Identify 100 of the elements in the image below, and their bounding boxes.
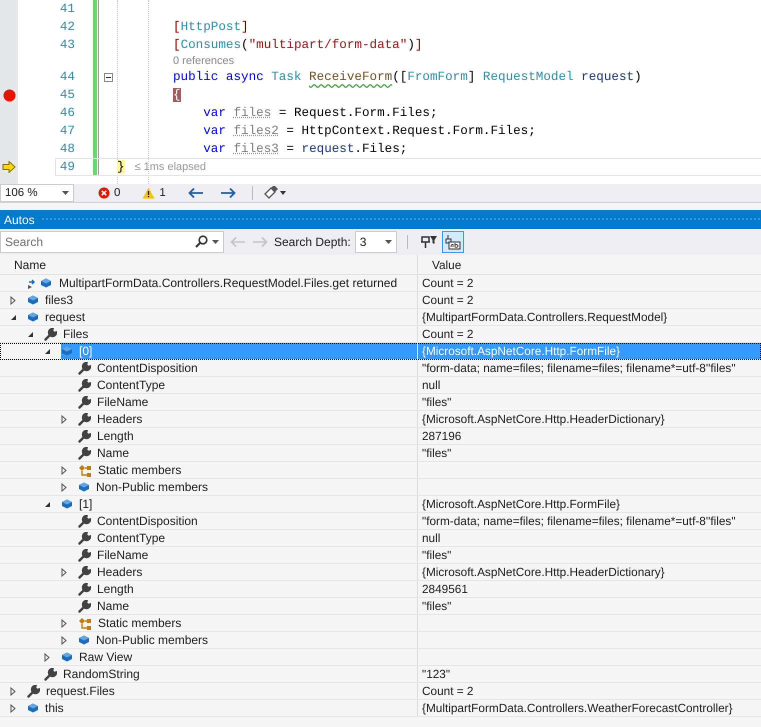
- variable-value: "files": [422, 599, 452, 613]
- variable-value: {Microsoft.AspNetCore.Http.FormFile}: [422, 497, 620, 511]
- wrench-icon: [78, 514, 91, 528]
- variable-value: Count = 2: [422, 327, 474, 341]
- back-arrow-icon[interactable]: [188, 187, 204, 199]
- variable-name: [1]: [79, 497, 92, 511]
- variable-name: MultipartFormData.Controllers.RequestModel.Files.get returned: [59, 276, 398, 290]
- collapse-arrow-icon[interactable]: [27, 330, 34, 338]
- variable-value: null: [422, 531, 440, 545]
- variable-value: {MultipartFormData.Controllers.RequestModel}: [422, 310, 668, 324]
- variable-row[interactable]: Name "files": [0, 445, 761, 462]
- column-header[interactable]: Name: [14, 258, 46, 272]
- variable-row[interactable]: request {MultipartFormData.Controllers.RequestModel}: [0, 309, 761, 326]
- variable-row[interactable]: [1] {Microsoft.AspNetCore.Http.FormFile}: [0, 496, 761, 513]
- variable-row[interactable]: RandomString "123": [0, 666, 761, 683]
- variable-value: Count = 2: [422, 276, 474, 290]
- code-editor[interactable]: [0, 0, 761, 184]
- code-line: var files3 = request.Files;: [202, 142, 408, 156]
- collapse-region-icon[interactable]: [104, 72, 112, 82]
- caret-icon[interactable]: [212, 240, 219, 244]
- variable-name: Headers: [97, 565, 142, 579]
- expand-arrow-icon[interactable]: [61, 636, 67, 644]
- variable-row[interactable]: Non-Public members: [0, 632, 761, 649]
- warning-icon[interactable]: [142, 187, 156, 199]
- brush-dropdown-icon[interactable]: [262, 186, 287, 200]
- wrench-icon: [78, 430, 91, 442]
- breakpoint-icon[interactable]: [2, 88, 16, 102]
- collapse-arrow-icon[interactable]: [10, 314, 17, 320]
- variable-name: Length: [97, 429, 134, 443]
- zoom-dropdown[interactable]: 106 %: [0, 184, 74, 202]
- line-number: 47: [58, 124, 75, 138]
- variable-row[interactable]: Raw View: [0, 649, 761, 666]
- expand-arrow-icon[interactable]: [61, 466, 67, 474]
- wrench-icon: [78, 362, 91, 374]
- variable-name: FileName: [97, 395, 148, 409]
- expand-arrow-icon[interactable]: [61, 414, 67, 424]
- variable-row[interactable]: ContentDisposition "form-data; name=files; filename=files; filename*=utf-8''files": [0, 360, 761, 377]
- variable-row[interactable]: Headers {Microsoft.AspNetCore.Http.HeaderDictionary}: [0, 564, 761, 581]
- variable-name: Raw View: [79, 650, 132, 664]
- line-number: 48: [58, 142, 75, 156]
- code-line: [HttpPost]: [173, 20, 249, 34]
- return-value-icon: [27, 277, 53, 289]
- variable-row[interactable]: FileName "files": [0, 547, 761, 564]
- wrench-icon: [44, 328, 57, 340]
- expand-arrow-icon[interactable]: [10, 704, 16, 712]
- wrench-icon: [78, 412, 91, 426]
- variable-value: "files": [422, 395, 452, 409]
- variable-row[interactable]: Non-Public members: [0, 479, 761, 496]
- variable-row[interactable]: ContentType null: [0, 530, 761, 547]
- variable-name: Static members: [98, 616, 182, 630]
- variable-row[interactable]: ContentType null: [0, 377, 761, 394]
- object-icon: [27, 295, 39, 305]
- panel-title: Autos: [4, 212, 35, 226]
- variable-row[interactable]: Static members: [0, 462, 761, 479]
- variable-row[interactable]: ContentDisposition "form-data; name=files; filename=files; filename*=utf-8''files": [0, 513, 761, 530]
- expand-arrow-icon[interactable]: [10, 686, 16, 696]
- variable-row[interactable]: Name "files": [0, 598, 761, 615]
- line-number: 46: [58, 106, 75, 120]
- expand-arrow-icon[interactable]: [61, 568, 67, 576]
- wrench-icon: [78, 566, 91, 578]
- variable-value: "files": [422, 548, 452, 562]
- column-header[interactable]: Value: [432, 258, 462, 272]
- variable-row[interactable]: Headers {Microsoft.AspNetCore.Http.HeaderDictionary}: [0, 411, 761, 428]
- variable-row[interactable]: this {MultipartFormData.Controllers.WeatherForecastController}: [0, 700, 761, 717]
- expand-arrow-icon[interactable]: [61, 618, 67, 628]
- wrench-icon: [27, 684, 40, 698]
- variable-row[interactable]: MultipartFormData.Controllers.RequestModel.Files.get returned Count = 2: [0, 275, 761, 292]
- variable-row[interactable]: Static members: [0, 615, 761, 632]
- line-number: 44: [58, 70, 75, 84]
- variable-value: {MultipartFormData.Controllers.WeatherForecastController}: [422, 701, 733, 715]
- collapse-arrow-icon[interactable]: [44, 348, 51, 354]
- collapse-arrow-icon[interactable]: [44, 500, 51, 508]
- expand-arrow-icon[interactable]: [10, 296, 16, 304]
- variable-name: RandomString: [63, 667, 140, 681]
- search-depth-dropdown[interactable]: 3: [354, 231, 397, 253]
- variable-name: FileName: [97, 548, 148, 562]
- variable-value: null: [422, 378, 440, 392]
- glyph-margin[interactable]: [0, 0, 18, 184]
- variable-row[interactable]: request.Files Count = 2: [0, 683, 761, 700]
- wrench-icon: [78, 600, 91, 612]
- expand-arrow-icon[interactable]: [61, 482, 67, 492]
- variable-row[interactable]: Length 2849561: [0, 581, 761, 598]
- variable-value: {Microsoft.AspNetCore.Http.HeaderDictionary}: [422, 565, 665, 579]
- variable-name: Non-Public members: [96, 480, 208, 494]
- variable-row[interactable]: Length 287196: [0, 428, 761, 445]
- variable-name: ContentType: [97, 378, 166, 392]
- search-field[interactable]: Search: [0, 231, 224, 253]
- variable-name: Length: [97, 582, 134, 596]
- expand-arrow-icon[interactable]: [44, 652, 50, 662]
- error-icon[interactable]: [98, 187, 110, 199]
- forward-arrow-icon[interactable]: [220, 187, 236, 199]
- line-number: 49: [58, 160, 75, 174]
- caret-icon: [62, 191, 69, 195]
- variable-row[interactable]: files3 Count = 2: [0, 292, 761, 309]
- variable-value: "files": [422, 446, 452, 460]
- variable-value: 287196: [422, 429, 462, 443]
- variable-name: Static members: [98, 463, 182, 477]
- raw-format-button[interactable]: [442, 231, 464, 253]
- error-count: 0: [114, 187, 120, 199]
- variable-row[interactable]: FileName "files": [0, 394, 761, 411]
